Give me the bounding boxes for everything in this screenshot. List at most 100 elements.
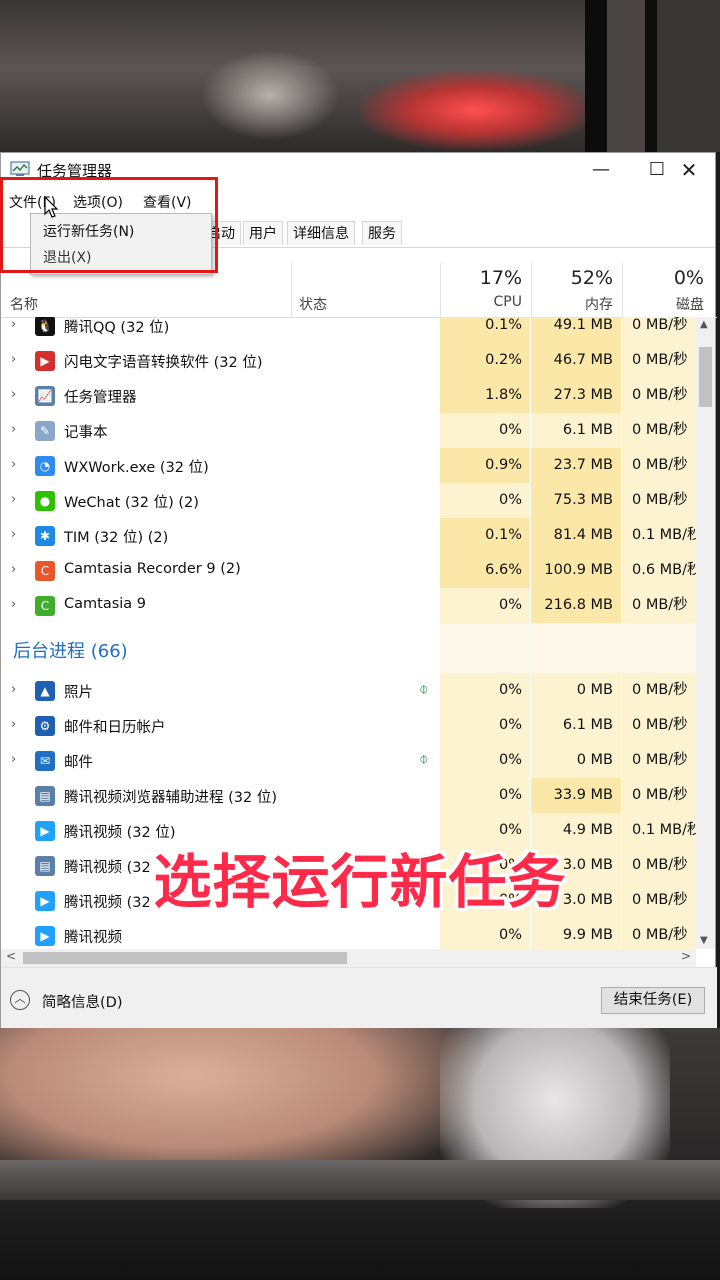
- minimize-button[interactable]: —: [573, 153, 629, 187]
- tab-services[interactable]: 服务: [362, 221, 402, 245]
- chevron-right-icon[interactable]: ›: [11, 387, 16, 402]
- cpu-value: 1.8%: [440, 378, 530, 413]
- cpu-value: 0%: [440, 778, 530, 813]
- memory-total: 52%: [570, 267, 613, 289]
- mem-value: 46.7 MB: [531, 343, 621, 378]
- scroll-down-arrow-icon[interactable]: ▼: [700, 935, 708, 946]
- horizontal-scrollbar[interactable]: < >: [1, 949, 696, 967]
- task-manager-icon: 📈: [35, 386, 55, 406]
- process-name: 邮件: [64, 755, 93, 771]
- disk-value: 0 MB/秒: [622, 413, 696, 448]
- process-row[interactable]: ▶ 腾讯视频 0% 9.9 MB 0 MB/秒: [1, 918, 696, 949]
- scroll-right-arrow-icon[interactable]: >: [681, 949, 691, 963]
- background-window-frame: [585, 0, 720, 152]
- process-name: Camtasia Recorder 9 (2): [64, 561, 241, 577]
- mem-value: 81.4 MB: [531, 518, 621, 553]
- chevron-right-icon[interactable]: ›: [11, 422, 16, 437]
- mail-icon: ✉: [35, 751, 55, 771]
- chevron-right-icon[interactable]: ›: [11, 752, 16, 767]
- photos-icon: ▲: [35, 681, 55, 701]
- disk-value: 0 MB/秒: [622, 378, 696, 413]
- background-red-glow: [360, 70, 590, 150]
- process-name: WeChat (32 位) (2): [64, 495, 199, 511]
- process-name: 腾讯视频: [64, 930, 122, 946]
- cpu-value: 0.9%: [440, 448, 530, 483]
- mem-value: 6.1 MB: [531, 413, 621, 448]
- column-disk[interactable]: 磁盘: [656, 294, 704, 314]
- disk-value: 0 MB/秒: [622, 778, 696, 813]
- process-row[interactable]: › ▲ 照片 ⌽ 0% 0 MB 0 MB/秒: [1, 673, 696, 708]
- chevron-right-icon[interactable]: ›: [11, 597, 16, 612]
- browser-helper-icon: ▤: [35, 786, 55, 806]
- cpu-value: 0.1%: [440, 518, 530, 553]
- process-row[interactable]: › ◔ WXWork.exe (32 位) 0.9% 23.7 MB 0 MB/秒: [1, 448, 696, 483]
- process-row[interactable]: › ✎ 记事本 0% 6.1 MB 0 MB/秒: [1, 413, 696, 448]
- process-name: 腾讯视频浏览器辅助进程 (32 位): [64, 790, 277, 806]
- disk-value: 0 MB/秒: [622, 918, 696, 949]
- disk-value: 0 MB/秒: [622, 743, 696, 778]
- tab-details[interactable]: 详细信息: [287, 221, 355, 245]
- end-task-button[interactable]: 结束任务(E): [601, 987, 705, 1014]
- column-cpu[interactable]: CPU: [471, 294, 522, 310]
- disk-value: 0 MB/秒: [622, 708, 696, 743]
- column-status[interactable]: 状态: [299, 294, 327, 314]
- qq-icon: 🐧: [35, 317, 55, 336]
- cpu-value: 0%: [440, 743, 530, 778]
- process-row[interactable]: › ✱ TIM (32 位) (2) 0.1% 81.4 MB 0.1 MB/秒: [1, 518, 696, 553]
- vertical-scroll-thumb[interactable]: [699, 347, 712, 407]
- column-memory[interactable]: 内存: [561, 294, 613, 314]
- column-name[interactable]: 名称: [10, 294, 38, 314]
- group-cell-bg: [440, 623, 530, 673]
- process-name: 邮件和日历帐户: [64, 720, 166, 736]
- scroll-up-arrow-icon[interactable]: ▲: [700, 319, 708, 330]
- process-row[interactable]: › ▶ 闪电文字语音转换软件 (32 位) 0.2% 46.7 MB 0 MB/秒: [1, 343, 696, 378]
- process-name: 记事本: [64, 425, 108, 441]
- process-row[interactable]: › ✉ 邮件 ⌽ 0% 0 MB 0 MB/秒: [1, 743, 696, 778]
- cpu-value: 0%: [440, 413, 530, 448]
- tab-users[interactable]: 用户: [243, 221, 283, 245]
- close-button[interactable]: ✕: [661, 153, 717, 187]
- notepad-icon: ✎: [35, 421, 55, 441]
- mem-value: 6.1 MB: [531, 708, 621, 743]
- process-row[interactable]: › ⚙ 邮件和日历帐户 0% 6.1 MB 0 MB/秒: [1, 708, 696, 743]
- chevron-right-icon[interactable]: ›: [11, 317, 16, 332]
- footer-bar: ︿ 简略信息(D) 结束任务(E): [1, 967, 717, 1028]
- mem-value: 0 MB: [531, 673, 621, 708]
- column-divider[interactable]: [291, 263, 292, 317]
- mem-value: 27.3 MB: [531, 378, 621, 413]
- process-row[interactable]: › C Camtasia 9 0% 216.8 MB 0 MB/秒: [1, 588, 696, 623]
- chevron-right-icon[interactable]: ›: [11, 527, 16, 542]
- scroll-left-arrow-icon[interactable]: <: [6, 949, 16, 963]
- process-row[interactable]: › 📈 任务管理器 1.8% 27.3 MB 0 MB/秒: [1, 378, 696, 413]
- background-processes-group: 后台进程 (66): [1, 623, 696, 673]
- horizontal-scroll-thumb[interactable]: [23, 952, 347, 964]
- chevron-right-icon[interactable]: ›: [11, 352, 16, 367]
- background-processes-title: 后台进程 (66): [13, 641, 128, 662]
- column-divider[interactable]: [440, 263, 441, 317]
- chevron-right-icon[interactable]: ›: [11, 492, 16, 507]
- mem-value: 49.1 MB: [531, 317, 621, 343]
- mem-value: 216.8 MB: [531, 588, 621, 623]
- process-row[interactable]: › C Camtasia Recorder 9 (2) 6.6% 100.9 MB 0.6…: [1, 553, 696, 588]
- suspended-leaf-icon: ⌽: [419, 679, 429, 698]
- column-divider[interactable]: [622, 263, 623, 317]
- process-row[interactable]: › ● WeChat (32 位) (2) 0% 75.3 MB 0 MB/秒: [1, 483, 696, 518]
- chevron-right-icon[interactable]: ›: [11, 562, 16, 577]
- chevron-up-circle-icon[interactable]: ︿: [10, 990, 30, 1010]
- column-divider[interactable]: [531, 263, 532, 317]
- cpu-value: 0%: [440, 708, 530, 743]
- process-name: 任务管理器: [64, 390, 137, 406]
- chevron-right-icon[interactable]: ›: [11, 717, 16, 732]
- wechat-icon: ●: [35, 491, 55, 511]
- fewer-details-link[interactable]: 简略信息(D): [42, 991, 122, 1012]
- mem-value: 100.9 MB: [531, 553, 621, 588]
- mem-value: 0 MB: [531, 743, 621, 778]
- cpu-value: 0.1%: [440, 317, 530, 343]
- process-row[interactable]: › 🐧 腾讯QQ (32 位) 0.1% 49.1 MB 0 MB/秒: [1, 317, 696, 343]
- disk-value: 0 MB/秒: [622, 588, 696, 623]
- chevron-right-icon[interactable]: ›: [11, 682, 16, 697]
- chevron-right-icon[interactable]: ›: [11, 457, 16, 472]
- suspended-leaf-icon: ⌽: [419, 749, 429, 768]
- process-row[interactable]: ▤ 腾讯视频浏览器辅助进程 (32 位) 0% 33.9 MB 0 MB/秒: [1, 778, 696, 813]
- process-name: 照片: [64, 685, 93, 701]
